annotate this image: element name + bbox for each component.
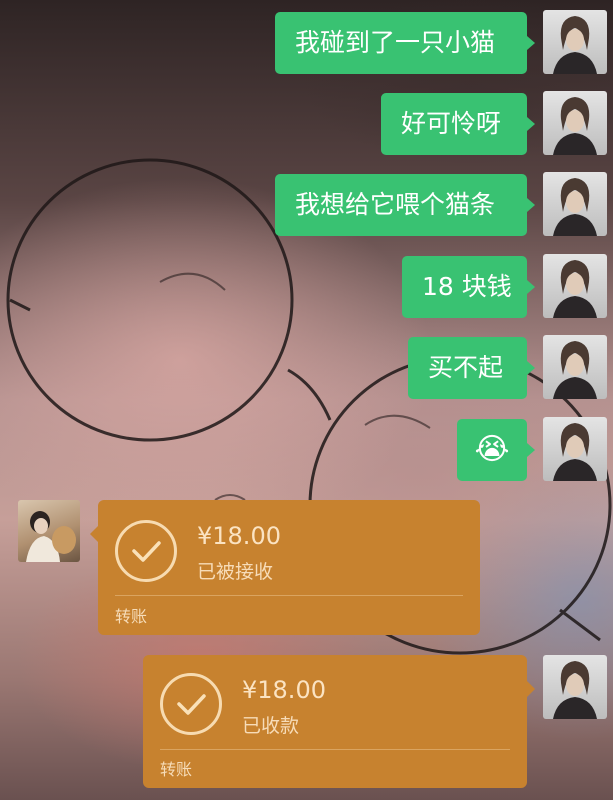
- transfer-status: 已被接收: [197, 561, 274, 583]
- message-bubble[interactable]: 好可怜呀: [381, 93, 535, 155]
- my-avatar[interactable]: [543, 91, 607, 155]
- transfer-amount: ¥18.00: [197, 522, 281, 550]
- emoji-message-bubble[interactable]: 😭: [457, 419, 535, 481]
- my-avatar[interactable]: [543, 417, 607, 481]
- crying-emoji-icon: 😭: [474, 432, 510, 467]
- contact-avatar[interactable]: [18, 500, 80, 562]
- my-avatar[interactable]: [543, 254, 607, 318]
- avatar-image: [553, 16, 597, 74]
- divider: [160, 749, 510, 750]
- my-avatar[interactable]: [543, 172, 607, 236]
- my-avatar[interactable]: [543, 10, 607, 74]
- avatar-image: [553, 341, 597, 399]
- avatar-image: [26, 511, 76, 562]
- avatar-image: [553, 661, 597, 719]
- message-bubble[interactable]: 18 块钱: [402, 256, 535, 318]
- transfer-label: 转账: [115, 607, 148, 626]
- message-bubble[interactable]: 买不起: [408, 337, 535, 399]
- transfer-amount: ¥18.00: [242, 676, 326, 704]
- divider: [115, 595, 463, 596]
- message-bubble[interactable]: 我想给它喂个猫条: [275, 174, 535, 236]
- transfer-card[interactable]: ¥18.00 已被接收 转账: [90, 500, 480, 635]
- transfer-card[interactable]: ¥18.00 已收款 转账: [143, 655, 535, 788]
- my-avatar[interactable]: [543, 335, 607, 399]
- transfer-label: 转账: [160, 760, 193, 779]
- my-avatar[interactable]: [543, 655, 607, 719]
- transfer-status: 已收款: [242, 715, 300, 737]
- check-circle-icon: [160, 673, 222, 735]
- avatar-image: [553, 260, 597, 318]
- message-bubble[interactable]: 我碰到了一只小猫: [275, 12, 535, 74]
- avatar-image: [553, 97, 597, 155]
- avatar-image: [553, 178, 597, 236]
- check-circle-icon: [115, 520, 177, 582]
- avatar-image: [553, 423, 597, 481]
